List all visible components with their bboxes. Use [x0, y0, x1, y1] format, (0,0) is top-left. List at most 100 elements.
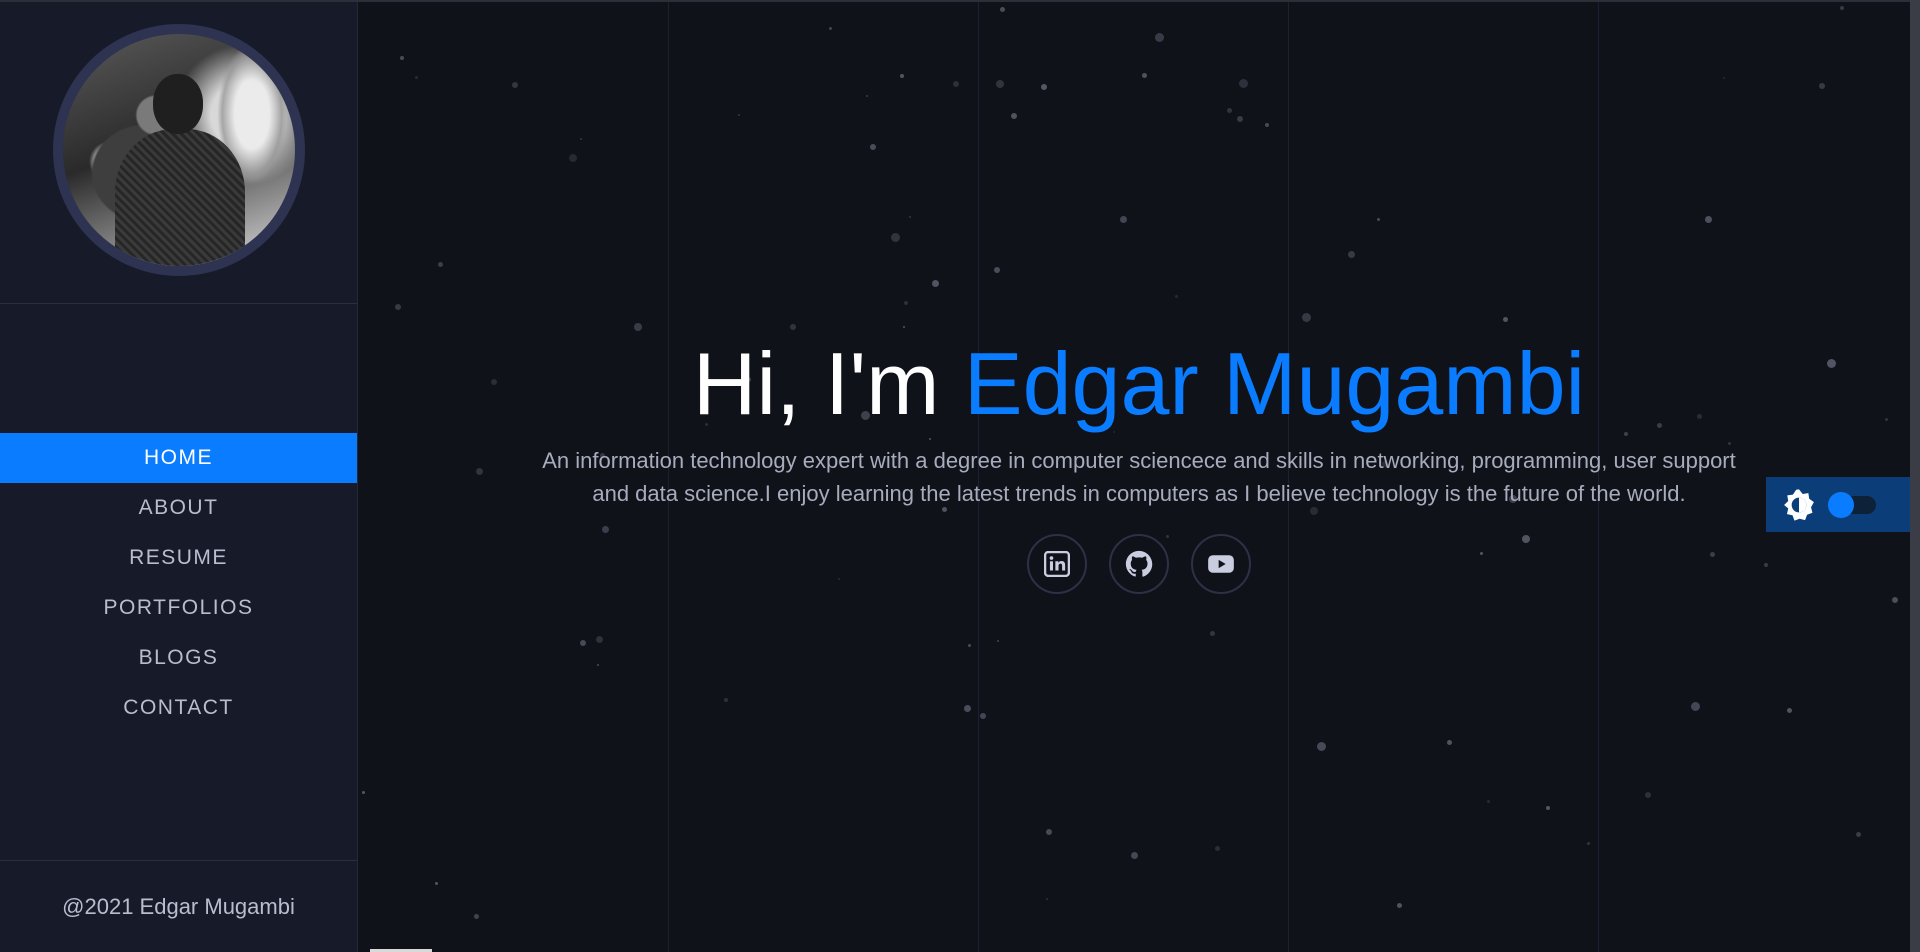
star-dot: [1131, 852, 1138, 859]
star-dot: [1239, 79, 1248, 88]
star-dot: [996, 80, 1004, 88]
star-dot: [829, 27, 832, 30]
star-dot: [1447, 740, 1452, 745]
star-dot: [1000, 7, 1005, 12]
star-dot: [1227, 108, 1232, 113]
main-content: Hi, I'm Edgar Mugambi An information tec…: [358, 0, 1920, 952]
star-dot: [596, 636, 603, 643]
nav-item-contact[interactable]: CONTACT: [0, 683, 357, 733]
hero-title: Hi, I'm Edgar Mugambi: [358, 334, 1920, 434]
star-dot: [1317, 742, 1326, 751]
github-icon: [1125, 550, 1153, 577]
star-dot: [900, 74, 904, 78]
star-dot: [994, 267, 1000, 273]
dark-mode-switch[interactable]: [1828, 491, 1876, 518]
main-nav: HOME ABOUT RESUME PORTFOLIOS BLOGS CONTA…: [0, 433, 357, 733]
star-dot: [1840, 6, 1844, 10]
star-dot: [1120, 216, 1127, 223]
star-dot: [724, 698, 728, 702]
star-dot: [1046, 898, 1048, 900]
star-dot: [1377, 218, 1380, 221]
star-dot: [1819, 83, 1825, 89]
star-dot: [1302, 313, 1311, 322]
star-dot: [953, 81, 959, 87]
star-dot: [980, 713, 986, 719]
star-dot: [1892, 597, 1898, 603]
star-dot: [1175, 295, 1178, 298]
avatar-section: [0, 0, 357, 304]
star-dot: [1397, 903, 1402, 908]
nav-item-resume[interactable]: RESUME: [0, 533, 357, 583]
star-dot: [1856, 832, 1861, 837]
scrollbar[interactable]: [1910, 0, 1920, 952]
star-dot: [909, 216, 911, 218]
star-dot: [415, 76, 418, 79]
hero-description: An information technology expert with a …: [542, 448, 1736, 506]
brightness-icon[interactable]: [1782, 488, 1816, 522]
star-dot: [866, 95, 868, 97]
star-dot: [435, 882, 438, 885]
nav-item-portfolios[interactable]: PORTFOLIOS: [0, 583, 357, 633]
star-dot: [1787, 708, 1792, 713]
star-dot: [1546, 806, 1550, 810]
star-dot: [891, 233, 900, 242]
star-dot: [790, 324, 796, 330]
nav-item-blogs[interactable]: BLOGS: [0, 633, 357, 683]
star-dot: [1210, 631, 1215, 636]
social-links: [358, 534, 1920, 594]
switch-knob: [1828, 491, 1854, 518]
star-dot: [395, 304, 401, 310]
avatar: [52, 24, 305, 276]
star-dot: [997, 640, 999, 642]
star-dot: [1237, 116, 1243, 122]
star-dot: [903, 326, 905, 328]
star-dot: [1011, 113, 1017, 119]
avatar-person-head: [152, 74, 203, 134]
sidebar-footer: @2021 Edgar Mugambi: [0, 860, 357, 952]
star-dot: [1046, 829, 1052, 835]
star-dot: [1705, 216, 1712, 223]
nav-item-home[interactable]: HOME: [0, 433, 357, 483]
star-dot: [870, 144, 876, 150]
star-dot: [738, 114, 740, 116]
star-dot: [1723, 77, 1725, 79]
star-dot: [634, 323, 642, 331]
youtube-button[interactable]: [1191, 534, 1251, 594]
star-dot: [569, 154, 577, 162]
copyright-text: @2021 Edgar Mugambi: [62, 893, 295, 919]
star-dot: [597, 664, 599, 666]
star-dot: [580, 640, 586, 646]
star-dot: [932, 280, 939, 287]
star-dot: [362, 791, 365, 794]
sidebar: HOME ABOUT RESUME PORTFOLIOS BLOGS CONTA…: [0, 0, 358, 952]
theme-toggle-panel: [1766, 477, 1910, 532]
star-dot: [1142, 73, 1147, 78]
star-dot: [1348, 251, 1355, 258]
star-dot: [400, 56, 404, 60]
star-dot: [1155, 33, 1164, 42]
star-dot: [580, 138, 582, 140]
star-dot: [1691, 702, 1700, 711]
star-dot: [512, 82, 518, 88]
github-button[interactable]: [1109, 534, 1169, 594]
star-dot: [1503, 317, 1508, 322]
star-dot: [964, 705, 971, 712]
avatar-person-body: [114, 129, 245, 266]
star-dot: [904, 301, 908, 305]
linkedin-icon: [1044, 551, 1070, 577]
hero-greeting: Hi, I'm: [692, 334, 964, 433]
star-dot: [474, 914, 479, 919]
youtube-icon: [1208, 555, 1234, 573]
star-dot: [968, 644, 971, 647]
linkedin-button[interactable]: [1027, 534, 1087, 594]
top-border: [0, 0, 1920, 2]
star-dot: [1645, 792, 1651, 798]
nav-item-about[interactable]: ABOUT: [0, 483, 357, 533]
star-dot: [1487, 800, 1490, 803]
star-dot: [438, 262, 443, 267]
star-dot: [1041, 84, 1047, 90]
star-dot: [1265, 123, 1269, 127]
hero-section: Hi, I'm Edgar Mugambi An information tec…: [358, 334, 1920, 594]
star-dot: [1587, 842, 1590, 845]
hero-name: Edgar Mugambi: [963, 334, 1586, 433]
